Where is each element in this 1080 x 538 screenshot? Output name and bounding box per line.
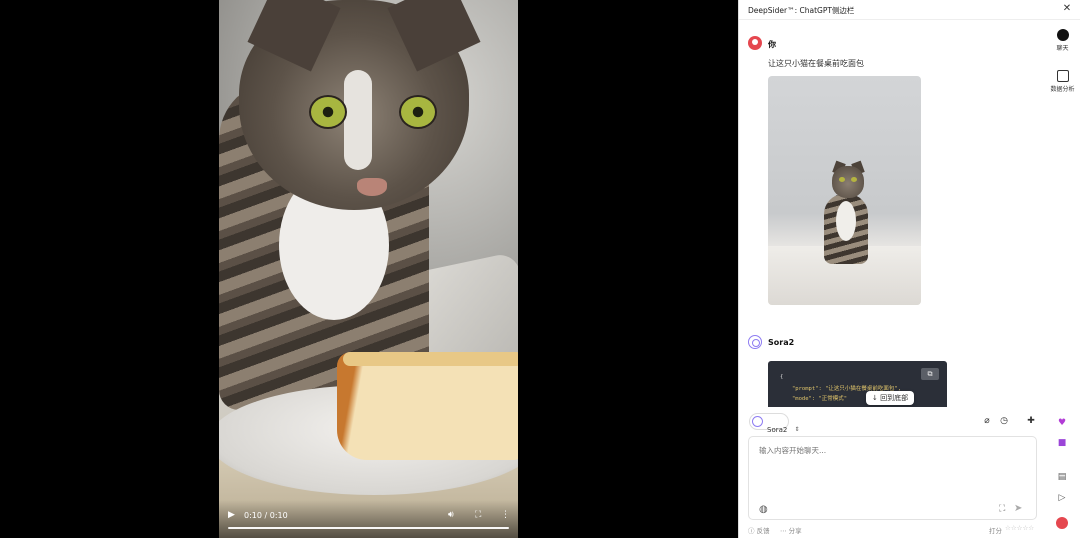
sora-avatar (748, 335, 762, 349)
chat-messages[interactable]: 你 让这只小猫在餐桌前吃面包 Sora2 ⧉ { "prompt": "让这只小… (739, 21, 1044, 407)
video-bread (337, 352, 518, 460)
share-icon: ⋯ (780, 527, 789, 535)
more-vertical-icon[interactable]: ⋮ (501, 510, 510, 520)
scroll-to-bottom-button[interactable]: ↓ 回到底部 (866, 391, 915, 405)
user-avatar (748, 36, 762, 50)
rating-label: 打分 (989, 527, 1002, 535)
video-controls: ▶ 0:10 / 0:10 🔊︎ ⛶ ⋮ (219, 500, 518, 538)
video-cat-eye-left (309, 95, 347, 129)
rail-chat-label: 聊天 (1056, 45, 1069, 52)
video-frame[interactable] (219, 0, 518, 538)
volume-icon[interactable]: 🔊︎ (448, 510, 454, 520)
chat-icon (1056, 29, 1069, 41)
history-icon[interactable]: ◷ (998, 415, 1010, 427)
model-selector-label: Sora2 (767, 426, 788, 434)
attach-icon[interactable]: ⌀ (981, 415, 993, 427)
rating-stars[interactable]: ☆☆☆☆☆ (1005, 524, 1034, 532)
fullscreen-icon[interactable]: ⛶ (475, 510, 481, 520)
video-bread-crust (343, 352, 518, 366)
rail-chat[interactable]: 聊天 (1044, 29, 1080, 52)
close-icon[interactable]: ✕ (1060, 2, 1074, 16)
chat-input-box: ◍ ⛶ ➤ (748, 436, 1037, 520)
notes-icon[interactable]: ▤ (1056, 471, 1068, 483)
panel-header: DeepSider™: ChatGPT侧边栏 ✕ (739, 0, 1080, 20)
feedback-label: 反馈 (756, 527, 770, 535)
copy-icon[interactable]: ⧉ (921, 368, 939, 380)
send-icon[interactable]: ➤ (1014, 503, 1022, 514)
image-cat-eye-left (839, 177, 845, 182)
video-cat-eye-right (399, 95, 437, 129)
video-cat-ear-left (247, 0, 341, 72)
image-cat-chest (836, 201, 856, 241)
model-selector[interactable]: Sora2 ⇕ (749, 413, 799, 434)
user-avatar-icon[interactable] (1056, 517, 1068, 529)
data-analysis-icon (1056, 70, 1069, 82)
new-chat-icon[interactable]: ✚ (1025, 415, 1037, 427)
user-message: 让这只小猫在餐桌前吃面包 (768, 59, 864, 68)
heart-icon[interactable]: ♥ (1056, 417, 1068, 429)
video-progress-bar[interactable] (228, 527, 509, 529)
panel-footer: ⓘ 反馈 ⋯ 分享 打分 ☆☆☆☆☆ (739, 523, 1044, 537)
chevron-updown-icon: ⇕ (794, 426, 800, 433)
feedback-link[interactable]: ⓘ 反馈 (748, 525, 770, 535)
help-icon: ⓘ (748, 527, 757, 535)
code-line: { (780, 374, 784, 380)
code-line: "mode": "正常模式" (792, 396, 848, 402)
scroll-to-bottom-label: 回到底部 (880, 394, 909, 402)
right-rail: 聊天 数据分析 ♥ ■ ▤ ▷ (1044, 21, 1080, 537)
video-cat-head (239, 0, 481, 210)
rail-data-analysis[interactable]: 数据分析 (1044, 70, 1080, 93)
sora-model-icon (752, 416, 763, 427)
gift-icon[interactable]: ■ (1056, 437, 1068, 449)
globe-icon[interactable]: ◍ (759, 504, 768, 515)
play-icon[interactable]: ▶ (228, 510, 235, 520)
video-player-area: ▶ 0:10 / 0:10 🔊︎ ⛶ ⋮ (0, 0, 738, 538)
video-time: 0:10 / 0:10 (244, 511, 288, 520)
uploaded-cat-image[interactable] (768, 76, 921, 305)
video-cat-blaze (344, 70, 372, 170)
code-block: ⧉ { "prompt": "让这只小猫在餐桌前吃面包", "mode": "正… (768, 361, 947, 407)
image-cat-head (832, 166, 864, 198)
chat-sidebar: DeepSider™: ChatGPT侧边栏 ✕ 你 让这只小猫在餐桌前吃面包 … (738, 0, 1080, 538)
share-link[interactable]: ⋯ 分享 (780, 525, 802, 535)
play-circle-icon[interactable]: ▷ (1056, 492, 1068, 504)
assistant-name: Sora2 (768, 338, 795, 347)
image-cat-eye-right (851, 177, 857, 182)
video-cat-nose (357, 178, 387, 196)
chat-input[interactable] (759, 445, 1019, 485)
expand-icon[interactable]: ⛶ (999, 504, 1005, 514)
arrow-down-icon: ↓ (872, 394, 881, 402)
share-label: 分享 (788, 527, 802, 535)
panel-title: DeepSider™: ChatGPT侧边栏 (748, 6, 855, 15)
rail-data-label: 数据分析 (1050, 86, 1075, 93)
user-name: 你 (768, 40, 776, 49)
